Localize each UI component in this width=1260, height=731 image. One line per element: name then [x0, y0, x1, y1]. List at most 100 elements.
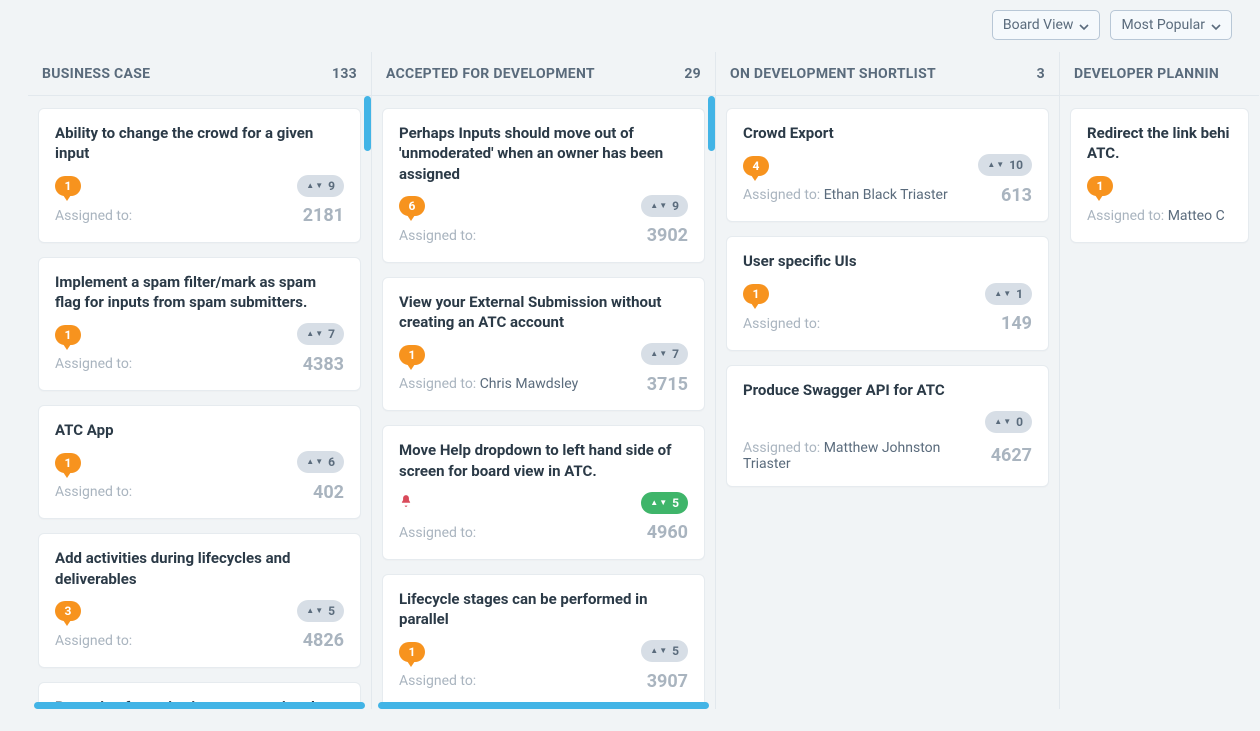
- assigned-to: Assigned to:: [399, 673, 476, 689]
- card-meta-row: 1 ▲▼7: [399, 342, 688, 366]
- card-footer-row: Assigned to:3902: [399, 224, 688, 248]
- card-footer-row: Assigned to:149: [743, 312, 1032, 336]
- card-title: ATC App: [55, 420, 344, 440]
- board: BUSINESS CASE133Ability to change the cr…: [28, 52, 1260, 709]
- card-score: 3902: [647, 225, 688, 246]
- board-card[interactable]: Lifecycle stages can be performed in par…: [382, 574, 705, 709]
- comment-count-icon[interactable]: 1: [399, 642, 425, 662]
- column-header: ON DEVELOPMENT SHORTLIST3: [716, 52, 1059, 96]
- column-scroll[interactable]: Ability to change the crowd for a given …: [28, 96, 371, 709]
- comment-count-icon[interactable]: 1: [55, 325, 81, 345]
- card-meta-row: ▲▼5: [399, 491, 688, 515]
- card-title: Redirect the link behi ATC.: [1087, 123, 1232, 164]
- vote-pill[interactable]: ▲▼5: [641, 492, 688, 514]
- vote-pill[interactable]: ▲▼ 7: [297, 323, 344, 345]
- comment-count-icon[interactable]: 1: [743, 284, 769, 304]
- chevron-down-icon: [1211, 20, 1221, 30]
- updown-arrows-icon: ▲▼: [994, 418, 1011, 426]
- sort-dropdown[interactable]: Most Popular: [1110, 10, 1232, 40]
- column-scroll[interactable]: Redirect the link behi ATC. 1 Assigned to:…: [1060, 96, 1259, 709]
- board-card[interactable]: Crowd Export4▲▼10Assigned to: Ethan Blac…: [726, 108, 1049, 222]
- card-footer-row: Assigned to: Matthew Johnston Triaster46…: [743, 440, 1032, 472]
- assigned-label: Assigned to:: [55, 633, 132, 649]
- column-header: ACCEPTED FOR DEVELOPMENT29: [372, 52, 715, 96]
- assigned-to: Assigned to: Chris Mawdsley: [399, 376, 578, 392]
- updown-arrows-icon: ▲▼: [306, 182, 323, 190]
- toolbar: Board View Most Popular: [992, 10, 1232, 40]
- assigned-to: Assigned to:: [55, 633, 132, 649]
- card-footer-row: Assigned to: Ethan Black Triaster613: [743, 183, 1032, 207]
- card-score: 3907: [647, 671, 688, 692]
- vote-count: 5: [672, 644, 679, 658]
- assigned-label: Assigned to:: [399, 525, 476, 541]
- chevron-down-icon: [1079, 20, 1089, 30]
- column-body: Ability to change the crowd for a given …: [28, 96, 371, 709]
- updown-arrows-icon: ▲▼: [306, 607, 323, 615]
- column-scroll[interactable]: Perhaps Inputs should move out of 'unmod…: [372, 96, 715, 709]
- board-card[interactable]: Implement a spam filter/mark as spam fla…: [38, 257, 361, 392]
- updown-arrows-icon: ▲▼: [306, 330, 323, 338]
- board-card[interactable]: Ability to change the crowd for a given …: [38, 108, 361, 243]
- board-card[interactable]: User specific UIs1▲▼1Assigned to:149: [726, 236, 1049, 350]
- scrollbar-vertical[interactable]: [708, 96, 715, 151]
- column-title: DEVELOPER PLANNIN: [1074, 66, 1219, 82]
- view-dropdown-label: Board View: [1003, 17, 1074, 33]
- vote-pill[interactable]: ▲▼ 1: [985, 283, 1032, 305]
- updown-arrows-icon: ▲▼: [987, 161, 1004, 169]
- scrollbar-horizontal[interactable]: [34, 702, 365, 709]
- card-meta-row: 1 ▲▼ 1: [743, 282, 1032, 306]
- comment-count-icon[interactable]: 1: [55, 453, 81, 473]
- card-score: 4627: [991, 445, 1032, 466]
- assignee-name: Chris Mawdsley: [480, 376, 579, 392]
- updown-arrows-icon: ▲▼: [306, 458, 323, 466]
- card-score: 4960: [647, 522, 688, 543]
- board-card[interactable]: Add activities during lifecycles and del…: [38, 533, 361, 668]
- board-card[interactable]: ATC App 1 ▲▼6 Assigned to:402: [38, 405, 361, 519]
- card-meta-row: 3 ▲▼ 5: [55, 599, 344, 623]
- vote-count: 1: [1016, 287, 1023, 301]
- column-scroll[interactable]: Crowd Export4▲▼10Assigned to: Ethan Blac…: [716, 96, 1059, 709]
- vote-count: 7: [328, 327, 335, 341]
- scrollbar-vertical[interactable]: [364, 96, 371, 151]
- vote-count: 5: [328, 604, 335, 618]
- comment-count-icon[interactable]: 1: [1087, 176, 1113, 196]
- updown-arrows-icon: ▲▼: [650, 202, 667, 210]
- column-title: ACCEPTED FOR DEVELOPMENT: [386, 66, 595, 82]
- card-title: Add activities during lifecycles and del…: [55, 548, 344, 589]
- vote-pill[interactable]: ▲▼ 5: [297, 600, 344, 622]
- vote-pill[interactable]: ▲▼ 9: [297, 175, 344, 197]
- board-card[interactable]: Move Help dropdown to left hand side of …: [382, 425, 705, 560]
- vote-pill[interactable]: ▲▼7: [641, 343, 688, 365]
- card-title: Ability to change the crowd for a given …: [55, 123, 344, 164]
- view-dropdown[interactable]: Board View: [992, 10, 1101, 40]
- board-column: BUSINESS CASE133Ability to change the cr…: [28, 52, 372, 709]
- vote-pill[interactable]: ▲▼6: [297, 451, 344, 473]
- comment-count-icon[interactable]: 1: [399, 345, 425, 365]
- updown-arrows-icon: ▲▼: [650, 350, 667, 358]
- assigned-label: Assigned to:: [55, 484, 132, 500]
- card-footer-row: Assigned to: 3907: [399, 669, 688, 693]
- scrollbar-horizontal[interactable]: [378, 702, 709, 709]
- vote-count: 9: [672, 199, 679, 213]
- vote-pill[interactable]: ▲▼10: [978, 154, 1032, 176]
- app-root: Board View Most Popular BUSINESS CASE133…: [0, 0, 1260, 731]
- assigned-to: Assigned to: Matteo C: [1087, 208, 1225, 224]
- board-card[interactable]: Produce Swagger API for ATC ▲▼0 Assigned t…: [726, 365, 1049, 487]
- board-card[interactable]: View your External Submission without cr…: [382, 277, 705, 412]
- comment-count-icon[interactable]: 1: [55, 176, 81, 196]
- vote-pill[interactable]: ▲▼0: [985, 411, 1032, 433]
- updown-arrows-icon: ▲▼: [994, 290, 1011, 298]
- card-meta-row: 1 ▲▼ 7: [55, 322, 344, 346]
- comment-count-icon[interactable]: 3: [55, 601, 81, 621]
- vote-count: 9: [328, 179, 335, 193]
- vote-pill[interactable]: ▲▼5: [641, 640, 688, 662]
- card-footer-row: Assigned to:402: [55, 480, 344, 504]
- vote-pill[interactable]: ▲▼ 9: [641, 195, 688, 217]
- card-footer-row: Assigned to: 4960: [399, 521, 688, 545]
- card-title: Produce Swagger API for ATC: [743, 380, 1032, 400]
- comment-count-icon[interactable]: 4: [743, 156, 769, 176]
- card-footer-row: Assigned to: Matteo C: [1087, 204, 1232, 228]
- board-card[interactable]: Perhaps Inputs should move out of 'unmod…: [382, 108, 705, 263]
- board-card[interactable]: Redirect the link behi ATC. 1 Assigned to:…: [1070, 108, 1249, 243]
- comment-count-icon[interactable]: 6: [399, 196, 425, 216]
